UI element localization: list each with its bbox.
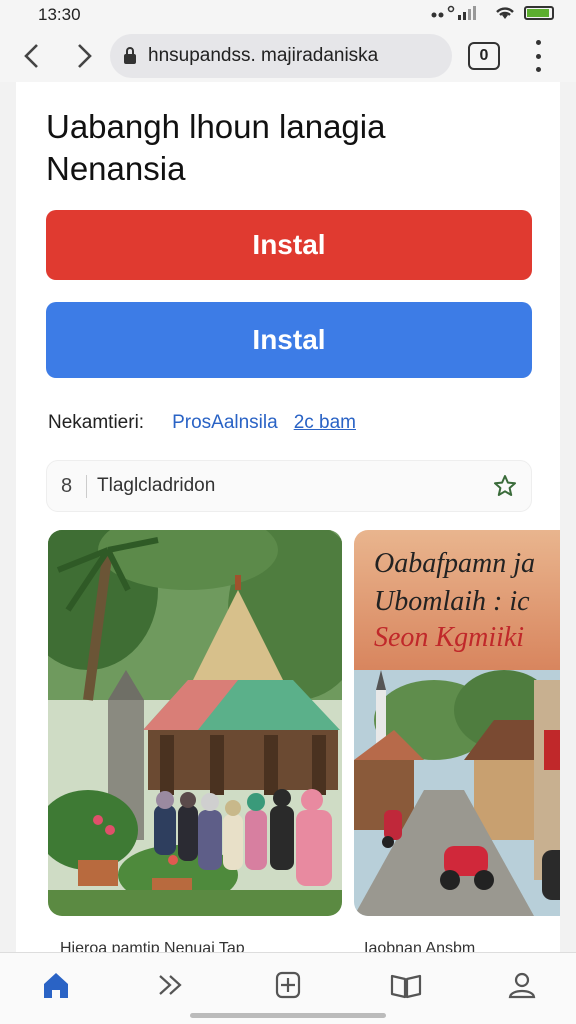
card-caption-1: Hieroa pamtip Nenuai Tap (60, 940, 245, 952)
forward-button[interactable] (66, 38, 102, 74)
tab-switcher-button[interactable]: 0 (468, 42, 500, 70)
search-text: Tlaglcladridon (97, 475, 216, 496)
add-tab-icon (275, 971, 301, 999)
address-bar[interactable]: hnsupandss. majiradaniska (110, 34, 452, 78)
overflow-menu-button[interactable] (530, 40, 546, 72)
install-button-primary[interactable]: Instal (46, 210, 532, 280)
status-time: 13:30 (38, 5, 81, 24)
meta-link-publisher[interactable]: ProsAalnsila (172, 412, 278, 434)
gesture-handle (190, 1013, 386, 1018)
book-icon (390, 974, 422, 999)
home-nav-button[interactable] (38, 967, 74, 1003)
overlay-line-3: Seon Kgmiiki (374, 622, 524, 653)
forward-icon (159, 975, 182, 995)
browser-toolbar: hnsupandss. majiradaniska 0 (0, 30, 576, 82)
search-number: 8 (47, 474, 87, 498)
menu-dot-icon (535, 53, 541, 59)
signal-icon (431, 5, 476, 20)
overlay-line-2: Ubomlaih : ic (374, 586, 530, 617)
forward-nav-button[interactable] (154, 967, 190, 1003)
back-button[interactable] (14, 38, 50, 74)
search-field[interactable]: 8 Tlaglcladridon (46, 460, 532, 512)
page-title: Uabangh lhoun lanagia Nenansia (46, 108, 386, 187)
meta-row: Nekamtieri: ProsAalnsila 2c bam (48, 412, 356, 434)
pavilion-photo (48, 530, 342, 916)
bookmarks-nav-button[interactable] (388, 967, 424, 1003)
menu-dot-icon (535, 67, 541, 72)
web-page: Uabangh lhoun lanagia Nenansia Instal In… (16, 82, 560, 952)
overlay-line-1: Oabafpamn ja (374, 548, 535, 579)
lock-icon (124, 46, 136, 64)
chevron-right-icon (78, 44, 92, 68)
wifi-icon (496, 7, 514, 19)
meta-link-size[interactable]: 2c bam (294, 412, 356, 434)
home-icon (44, 973, 68, 998)
bottom-navigation (0, 952, 576, 1024)
url-text: hnsupandss. majiradaniska (148, 45, 379, 66)
meta-label: Nekamtieri: (48, 412, 145, 433)
battery-icon (524, 6, 554, 20)
status-icons (430, 5, 554, 21)
add-tab-nav-button[interactable] (270, 967, 306, 1003)
profile-nav-button[interactable] (504, 967, 540, 1003)
menu-dot-icon (535, 40, 541, 45)
image-card-pavilion[interactable] (48, 530, 342, 916)
card-caption-2: Iaobnan Ansbm (364, 940, 476, 952)
image-card-street[interactable]: Oabafpamn ja Ubomlaih : ic Seon Kgmiiki (354, 530, 560, 916)
install-button-secondary[interactable]: Instal (46, 302, 532, 378)
status-bar: 13:30 (0, 0, 576, 30)
profile-icon (508, 972, 536, 999)
chevron-left-icon (24, 44, 38, 68)
star-icon[interactable] (493, 474, 517, 498)
street-photo: Oabafpamn ja Ubomlaih : ic Seon Kgmiiki (354, 530, 560, 916)
